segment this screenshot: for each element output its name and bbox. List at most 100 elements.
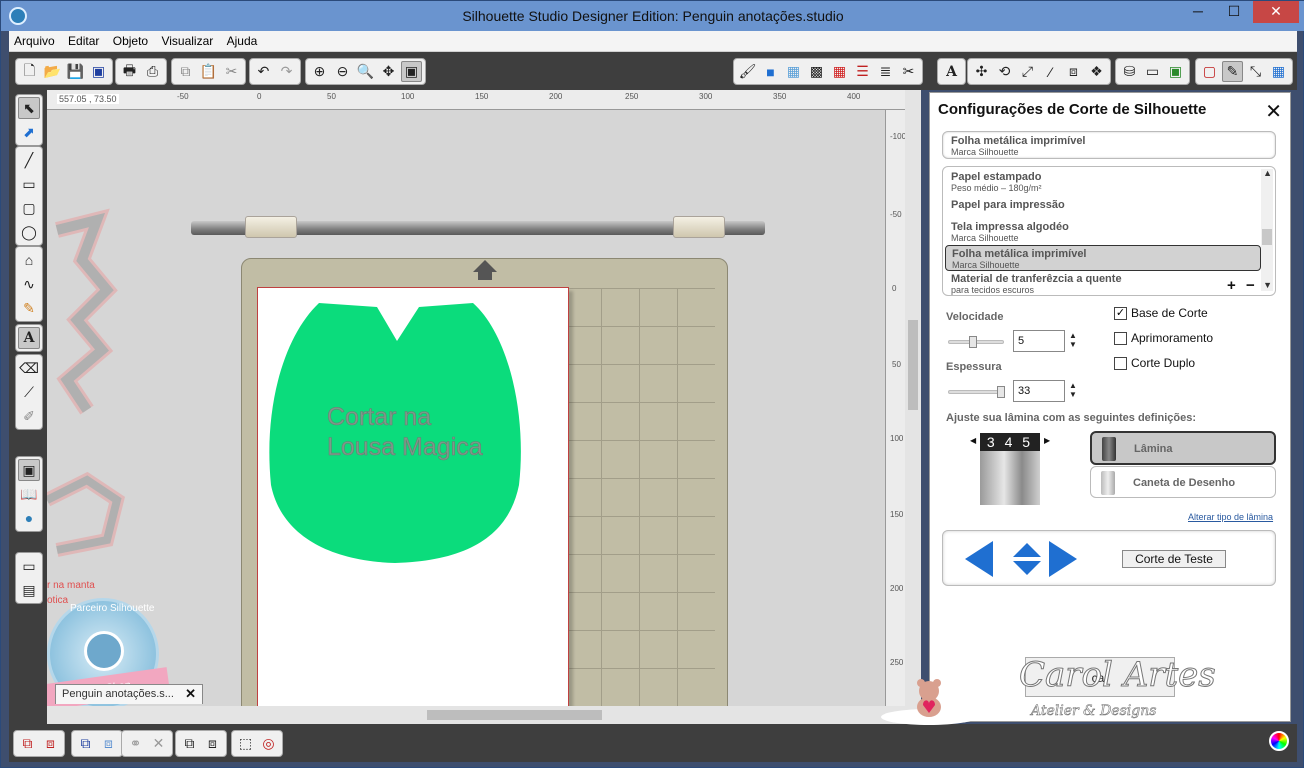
pan-icon[interactable]: ✥ — [378, 61, 399, 82]
vertical-scroll-thumb[interactable] — [908, 320, 918, 410]
delete-icon[interactable]: ✕ — [148, 733, 169, 754]
horizontal-scroll-thumb[interactable] — [427, 710, 602, 720]
library-icon[interactable]: 📖 — [18, 483, 40, 505]
line-style-icon[interactable]: ☰ — [852, 61, 873, 82]
fill-pattern-icon[interactable]: ▦ — [783, 61, 804, 82]
color-wheel-icon[interactable] — [1269, 731, 1289, 751]
eraser-icon[interactable]: ⌫ — [18, 357, 40, 379]
menu-objeto[interactable]: Objeto — [108, 31, 153, 52]
send-to-cut-icon[interactable]: ⤡ — [1245, 61, 1266, 82]
close-window-button[interactable]: ✕ — [1253, 1, 1299, 23]
curve-tool-icon[interactable]: ∿ — [18, 273, 40, 295]
make-compound-icon[interactable]: ⧉ — [75, 733, 96, 754]
maximize-button[interactable]: ☐ — [1219, 1, 1249, 23]
eyedropper-icon[interactable]: ✐ — [18, 405, 40, 427]
corte-duplo-checkbox[interactable]: Corte Duplo — [1114, 356, 1195, 370]
close-tab-icon[interactable]: ✕ — [185, 686, 196, 702]
velocidade-input[interactable]: 5 — [1013, 330, 1065, 352]
modify-icon[interactable]: ❖ — [1086, 61, 1107, 82]
edit-points-icon[interactable]: ⬈ — [18, 121, 40, 143]
aprimoramento-checkbox[interactable]: Aprimoramento — [1114, 331, 1213, 345]
list-item[interactable]: Papel estampado Peso médio – 180g/m² — [945, 169, 1261, 195]
list-item[interactable]: Material de tranferêzcia a quente para t… — [945, 271, 1261, 295]
velocidade-slider[interactable] — [948, 336, 1004, 348]
velocidade-slider-knob[interactable] — [969, 336, 977, 348]
design-canvas[interactable]: 557.05 , 73.50 -50 0 50 100 150 200 250 … — [47, 90, 921, 724]
shear-icon[interactable]: ⁄ — [1040, 61, 1061, 82]
offset-icon[interactable]: ⬚ — [235, 733, 256, 754]
weld-icon[interactable]: ⚭ — [125, 733, 146, 754]
print-icon[interactable]: 🖶 — [119, 61, 140, 82]
cut-settings-icon[interactable]: ▢ — [1199, 61, 1220, 82]
zoom-out-icon[interactable]: ⊖ — [332, 61, 353, 82]
menu-visualizar[interactable]: Visualizar — [156, 31, 218, 52]
transform-icon[interactable]: ✣ — [971, 61, 992, 82]
ungroup-icon[interactable]: ⧈ — [40, 733, 61, 754]
print-cut-icon[interactable]: ⎙ — [142, 61, 163, 82]
ellipse-tool-icon[interactable]: ◯ — [18, 221, 40, 243]
trace-icon[interactable]: ◎ — [258, 733, 279, 754]
fit-page-icon[interactable]: ▣ — [401, 61, 422, 82]
rounded-rectangle-tool-icon[interactable]: ▢ — [18, 197, 40, 219]
selected-material-field[interactable]: Folha metálica imprimível Marca Silhouet… — [942, 131, 1276, 159]
blade-dial-left-icon[interactable]: ◀ — [970, 436, 976, 445]
zoom-in-icon[interactable]: ⊕ — [309, 61, 330, 82]
document-tab[interactable]: Penguin anotações.s... ✕ — [55, 684, 203, 704]
line-color-icon[interactable]: ■ — [760, 61, 781, 82]
checkbox-checked[interactable]: ✓ — [1114, 306, 1127, 320]
save-to-library-icon[interactable]: ▣ — [88, 61, 109, 82]
copy-icon[interactable]: ⧉ — [175, 61, 196, 82]
store-icon[interactable]: ⛁ — [1119, 61, 1140, 82]
cut-style-icon[interactable]: ✂ — [898, 61, 919, 82]
fill-color-icon[interactable]: 🖌 — [737, 61, 758, 82]
change-blade-link[interactable]: Alterar tipo de lâmina — [1188, 512, 1273, 522]
blade-tool-option[interactable]: Lâmina — [1090, 431, 1276, 465]
material-list-scrollbar[interactable] — [1261, 169, 1273, 291]
select-arrow-icon[interactable]: ⬉ — [18, 97, 40, 119]
material-list[interactable]: Papel estampado Peso médio – 180g/m² Pap… — [942, 166, 1276, 296]
menu-ajuda[interactable]: Ajuda — [222, 31, 263, 52]
espessura-slider[interactable] — [948, 386, 1005, 398]
group-icon[interactable]: ⧉ — [17, 733, 38, 754]
polygon-tool-icon[interactable]: ⌂ — [18, 249, 40, 271]
send-backward-icon[interactable]: ⧈ — [202, 733, 223, 754]
gradient-icon[interactable]: ▩ — [806, 61, 827, 82]
minimize-button[interactable]: ─ — [1183, 1, 1213, 23]
vertical-scrollbar[interactable] — [905, 90, 921, 706]
test-cut-button[interactable]: Corte de Teste — [1122, 550, 1226, 568]
pen-settings-icon[interactable]: ✎ — [1222, 61, 1243, 82]
release-compound-icon[interactable]: ⧈ — [98, 733, 119, 754]
cut-icon[interactable]: ✂ — [221, 61, 242, 82]
new-document-icon[interactable]: 🗋 — [19, 61, 40, 82]
zoom-select-icon[interactable]: 🔍 — [355, 61, 376, 82]
horizontal-scrollbar[interactable] — [47, 706, 921, 724]
freehand-tool-icon[interactable]: ✎ — [18, 297, 40, 319]
velocidade-stepper[interactable]: ▲ ▼ — [1069, 331, 1077, 349]
menu-arquivo[interactable]: Arquivo — [9, 31, 60, 52]
espessura-stepper[interactable]: ▲ ▼ — [1069, 381, 1077, 399]
espessura-input[interactable]: 33 — [1013, 380, 1065, 402]
grid-icon[interactable]: ▦ — [1268, 61, 1289, 82]
pen-tool-option[interactable]: Caneta de Desenho — [1090, 466, 1276, 498]
blade-move-arrows[interactable] — [963, 539, 1079, 579]
replicate-icon[interactable]: ⧈ — [1063, 61, 1084, 82]
split-view-icon[interactable]: ▤ — [18, 579, 40, 601]
registration-icon[interactable]: ▣ — [1165, 61, 1186, 82]
silhouette-store-icon[interactable]: ● — [18, 507, 40, 529]
scale-icon[interactable]: ⤢ — [1017, 61, 1038, 82]
page-view-icon[interactable]: ▣ — [18, 459, 40, 481]
blade-dial-right-icon[interactable]: ▶ — [1044, 436, 1050, 445]
base-corte-checkbox[interactable]: ✓ Base de Corte — [1114, 306, 1208, 320]
paste-icon[interactable]: 📋 — [198, 61, 219, 82]
save-icon[interactable]: 💾 — [65, 61, 86, 82]
shape-text[interactable]: Cortar na Lousa Magica — [327, 402, 483, 462]
list-item[interactable]: Tela impressa algodéo Marca Silhouette — [945, 219, 1261, 245]
undo-icon[interactable]: ↶ — [253, 61, 274, 82]
line-tool-icon[interactable]: ╱ — [18, 149, 40, 171]
checkbox-unchecked[interactable] — [1114, 356, 1127, 370]
open-folder-icon[interactable]: 📂 — [42, 61, 63, 82]
single-view-icon[interactable]: ▭ — [18, 555, 40, 577]
material-list-scroll-thumb[interactable] — [1262, 229, 1272, 245]
espessura-slider-knob[interactable] — [997, 386, 1005, 398]
rotate-icon[interactable]: ⟲ — [994, 61, 1015, 82]
